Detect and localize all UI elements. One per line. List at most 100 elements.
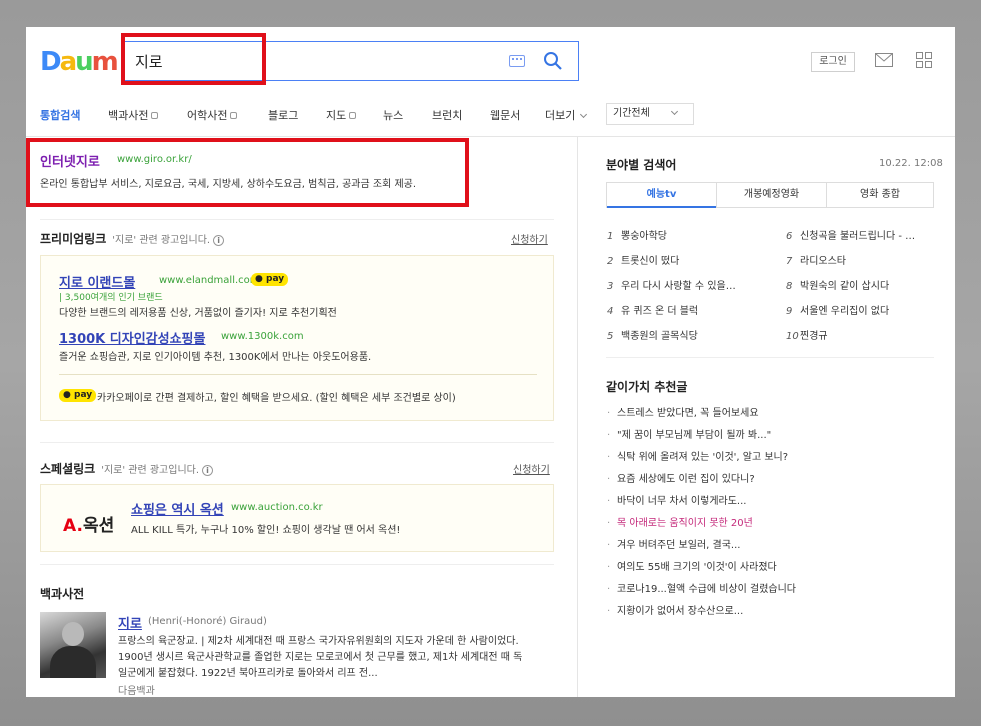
recommend-text: 코로나19...혈액 수급에 비상이 걸렸습니다	[617, 584, 796, 595]
encyclopedia-meta: (Henri(-Honoré) Giraud)	[148, 616, 267, 627]
pay-badge: ● pay	[59, 389, 97, 402]
keyboard-icon[interactable]	[509, 55, 525, 67]
recommend-text: 바닥이 너무 차서 이렇게라도...	[617, 496, 747, 507]
recommend-text: 겨우 버텨주던 보일러, 결국...	[617, 540, 741, 551]
date-filter-label: 기간전체	[613, 108, 650, 119]
tab-more[interactable]: 더보기	[545, 107, 588, 123]
tab-brunch[interactable]: 브런치	[432, 107, 462, 123]
recommend-text: 요즘 세상에도 이런 집이 있다니?	[617, 474, 755, 485]
trending-keyword[interactable]: 8 박원숙의 같이 삽시다	[786, 277, 889, 292]
keyword-text: 뽕숭아학당	[621, 231, 667, 242]
special-apply-link[interactable]: 신청하기	[513, 461, 550, 476]
tab-upcoming-movies[interactable]: 개봉예정영화	[717, 183, 826, 207]
auction-logo[interactable]: A.옥션	[63, 511, 114, 536]
keyword-text: 박원숙의 같이 삽시다	[800, 281, 890, 292]
ad-url[interactable]: www.auction.co.kr	[231, 502, 323, 513]
info-icon[interactable]: i	[213, 235, 225, 246]
trending-tabs: 예능tv 개봉예정영화 영화 종합	[606, 182, 934, 208]
divider	[40, 219, 554, 220]
encyclopedia-text-line: 프랑스의 육군장교. | 제2차 세계대전 때 프랑스 국가자유위원회의 지도자…	[118, 636, 519, 647]
trending-keyword[interactable]: 2 트롯신이 떴다	[607, 252, 679, 267]
encyclopedia-title-link[interactable]: 지로	[118, 613, 142, 632]
pay-badge: ● pay	[251, 273, 289, 286]
apps-grid-icon[interactable]	[916, 52, 932, 68]
tab-label: 어학사전	[187, 109, 228, 122]
recommend-text: 스트레스 받았다면, 꼭 들어보세요	[617, 408, 759, 419]
tab-blog[interactable]: 블로그	[268, 107, 298, 123]
recommend-text: "제 꿈이 부모님께 부담이 될까 봐..."	[617, 430, 772, 441]
trending-keyword[interactable]: 6 신청곡을 불러드립니다 - …	[786, 227, 915, 242]
keyword-rank: 8	[786, 281, 793, 292]
ad-description: 즐거운 쇼핑습관, 지로 인기아이템 추천, 1300K에서 만나는 아웃도어용…	[59, 352, 372, 363]
trending-keyword[interactable]: 5 백종원의 골목식당	[607, 327, 698, 342]
tab-encyclopedia[interactable]: 백과사전	[108, 107, 159, 123]
ad-title-link[interactable]: 쇼핑은 역시 옥션	[131, 499, 224, 518]
result-highlight-box	[26, 138, 469, 207]
trending-keyword[interactable]: 3 우리 다시 사랑할 수 있을…	[607, 277, 736, 292]
premium-apply-link[interactable]: 신청하기	[511, 231, 548, 246]
keyword-text: 라디오스타	[800, 256, 846, 267]
pay-badge-text: pay	[266, 274, 285, 284]
encyclopedia-text-line: 일군에게 붙잡혔다. 1922년 북아프리카로 돌아와서 리프 전...	[118, 668, 378, 679]
recommend-item[interactable]: · 지황이가 없어서 장수산으로...	[607, 602, 743, 617]
recommend-item[interactable]: · 식탁 위에 올려져 있는 '이것', 알고 보니?	[607, 448, 788, 463]
date-filter-select[interactable]: 기간전체	[606, 103, 694, 125]
recommend-text: 식탁 위에 올려져 있는 '이것', 알고 보니?	[617, 452, 789, 463]
tab-variety-tv[interactable]: 예능tv	[607, 183, 716, 207]
recommend-text: 목 아래로는 움직이지 못한 20년	[617, 518, 753, 529]
tab-all[interactable]: 통합검색	[40, 107, 80, 123]
ad-url[interactable]: www.1300k.com	[221, 331, 304, 342]
trending-keyword[interactable]: 10찐경규	[786, 327, 828, 342]
encyclopedia-text-line: 1900년 생시르 육군사관학교를 졸업한 지로는 모로코에서 첫 근무를 했고…	[118, 652, 523, 663]
encyclopedia-heading: 백과사전	[40, 587, 85, 601]
recommend-item[interactable]: · 여의도 55배 크기의 '이것'이 사라졌다	[607, 558, 777, 573]
active-tab-indicator	[607, 206, 716, 208]
popup-icon	[230, 112, 238, 119]
pay-badge-text: pay	[74, 390, 93, 400]
bullet: ·	[607, 408, 611, 419]
recommend-item[interactable]: · 코로나19...혈액 수급에 비상이 걸렸습니다	[607, 580, 796, 595]
recommend-item[interactable]: · 겨우 버텨주던 보일러, 결국...	[607, 536, 740, 551]
recommend-text: 여의도 55배 크기의 '이것'이 사라졌다	[617, 562, 777, 573]
recommend-item[interactable]: · 스트레스 받았다면, 꼭 들어보세요	[607, 404, 759, 419]
recommend-item[interactable]: · 바닥이 너무 차서 이렇게라도...	[607, 492, 746, 507]
ad-title-link[interactable]: 지로 이랜드몰	[59, 272, 135, 291]
keyword-rank: 7	[786, 256, 793, 267]
trending-keyword[interactable]: 7 라디오스타	[786, 252, 846, 267]
recommend-item[interactable]: · 요즘 세상에도 이런 집이 있다니?	[607, 470, 755, 485]
ad-description: ALL KILL 특가, 누구나 10% 할인! 쇼핑이 생각날 땐 어서 옥션…	[131, 525, 401, 536]
keyword-rank: 10	[786, 331, 799, 342]
bullet: ·	[607, 474, 611, 485]
trending-keyword[interactable]: 9 서울엔 우리집이 없다	[786, 302, 889, 317]
tab-label: 백과사전	[108, 109, 149, 122]
keyword-rank: 1	[607, 231, 614, 242]
tab-webdocs[interactable]: 웹문서	[490, 107, 520, 123]
daum-logo[interactable]: Daum	[40, 47, 120, 77]
tab-news[interactable]: 뉴스	[383, 107, 403, 123]
info-icon[interactable]: i	[202, 465, 214, 476]
divider	[606, 357, 934, 358]
tab-dictionary[interactable]: 어학사전	[187, 107, 238, 123]
ad-tagline[interactable]: | 3,500여개의 인기 브랜드	[59, 290, 163, 303]
keyword-text: 우리 다시 사랑할 수 있을…	[621, 281, 736, 292]
search-icon[interactable]	[543, 51, 563, 71]
tab-map[interactable]: 지도	[326, 107, 357, 123]
ad-notice: '지로' 관련 광고입니다.	[101, 465, 200, 476]
recommend-heading: 같이가치 추천글	[606, 380, 688, 394]
ad-title-link[interactable]: 1300K 디자인감성쇼핑몰	[59, 328, 205, 347]
search-tabs: 통합검색 백과사전 어학사전 블로그 지도 뉴스 브런치 웹문서 더보기 기간전…	[26, 92, 955, 137]
recommend-item[interactable]: · 목 아래로는 움직이지 못한 20년	[607, 514, 753, 529]
encyclopedia-thumbnail[interactable]	[40, 612, 106, 678]
daum-search-page: Daum 로그인 통합검색 백과사전 어학사전 블로그 지도 뉴스	[26, 27, 955, 697]
recommend-item[interactable]: · "제 꿈이 부모님께 부담이 될까 봐..."	[607, 426, 771, 441]
login-button[interactable]: 로그인	[811, 52, 855, 72]
ad-url[interactable]: www.elandmall.com	[159, 275, 260, 286]
tab-movies-all[interactable]: 영화 종합	[827, 183, 933, 207]
tab-label: 더보기	[545, 109, 576, 122]
trending-keyword[interactable]: 1 뽕숭아학당	[607, 227, 667, 242]
trending-keyword[interactable]: 4 유 퀴즈 온 더 블럭	[607, 302, 698, 317]
encyclopedia-source[interactable]: 다음백과	[118, 682, 155, 697]
mail-icon[interactable]	[875, 53, 893, 67]
keyword-rank: 5	[607, 331, 614, 342]
trending-timestamp: 10.22. 12:08	[879, 158, 943, 169]
